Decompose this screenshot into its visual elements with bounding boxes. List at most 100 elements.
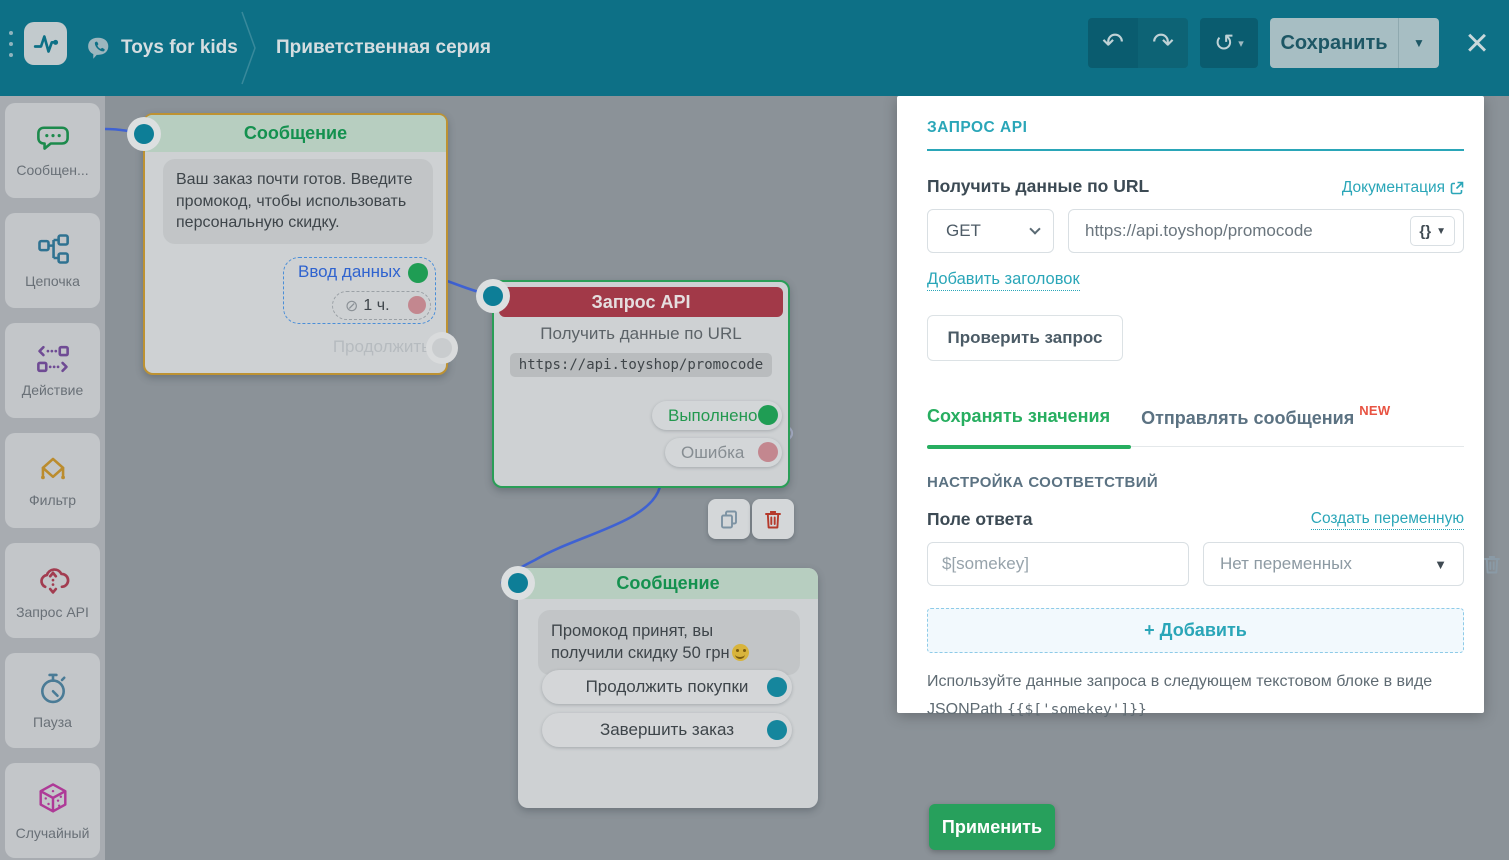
hint-line: Используйте данные запроса в следующем т…: [927, 673, 1433, 690]
add-header-link[interactable]: Добавить заголовок: [927, 270, 1080, 291]
undo-button[interactable]: ↶: [1088, 18, 1138, 68]
response-field-label: Поле ответа: [927, 509, 1033, 529]
sidebar-item-label: Запрос API: [16, 604, 89, 620]
node-header[interactable]: Запрос API: [499, 287, 783, 317]
top-bar: Toys for kids Приветственная серия ↶ ↷ ↺…: [0, 0, 1509, 96]
documentation-link-label: Документация: [1341, 179, 1445, 196]
error-port[interactable]: [758, 442, 778, 462]
header-actions: ↶ ↷ ↺ ▾ Сохранить ▼ ×: [1088, 18, 1495, 68]
node-header[interactable]: Сообщение: [145, 115, 446, 152]
method-value: GET: [946, 221, 981, 240]
tab-label: Отправлять сообщения: [1141, 408, 1355, 428]
quick-reply-button-2[interactable]: Завершить заказ: [542, 713, 792, 747]
hint-prefix: JSONPath: [927, 701, 1008, 718]
delete-node-button[interactable]: [752, 499, 794, 539]
success-port[interactable]: [408, 263, 428, 283]
sidebar-item-label: Действие: [21, 382, 84, 398]
history-button[interactable]: ↺ ▾: [1200, 18, 1258, 68]
timeout-label: 1 ч.: [363, 296, 390, 314]
duplicate-node-button[interactable]: [708, 499, 750, 539]
response-key-input[interactable]: [927, 542, 1189, 586]
save-dropdown-button[interactable]: ▼: [1398, 18, 1439, 68]
sidebar-item-action[interactable]: Действие: [5, 323, 100, 418]
bot-name-group[interactable]: Toys for kids: [86, 0, 238, 96]
sidebar-item-label: Пауза: [33, 714, 72, 730]
redo-button[interactable]: ↷: [1138, 18, 1188, 68]
input-port[interactable]: [134, 124, 154, 144]
external-link-icon: [1450, 181, 1464, 195]
success-label: Выполнено: [668, 405, 758, 425]
save-split-button: Сохранить ▼: [1270, 18, 1439, 68]
success-port[interactable]: [758, 405, 778, 425]
history-icon: ↺: [1214, 29, 1235, 57]
message-text-bubble[interactable]: Ваш заказ почти готов. Введите промокод,…: [163, 159, 433, 244]
user-input-label: Ввод данных: [298, 262, 401, 281]
pulse-icon: [33, 34, 58, 53]
chevron-down-icon: [1029, 223, 1041, 235]
error-branch[interactable]: Ошибка: [665, 438, 782, 467]
app-root: Toys for kids Приветственная серия ↶ ↷ ↺…: [0, 0, 1509, 860]
button-label: Продолжить покупки: [585, 677, 749, 696]
create-variable-link[interactable]: Создать переменную: [1310, 510, 1464, 530]
braces-icon: {}: [1419, 222, 1432, 240]
quick-reply-button-1[interactable]: Продолжить покупки: [542, 670, 792, 704]
node-header[interactable]: Сообщение: [518, 568, 818, 599]
panel-title: ЗАПРОС API: [927, 119, 1028, 136]
chevron-down-icon: ▾: [1238, 36, 1244, 50]
timeout-block[interactable]: ⊘ 1 ч.: [332, 291, 431, 320]
input-port[interactable]: [483, 286, 503, 306]
sidebar-item-label: Цепочка: [25, 273, 80, 289]
no-entry-icon: ⊘: [345, 296, 359, 315]
documentation-link[interactable]: Документация: [1342, 179, 1464, 197]
api-node-subtitle: Получить данные по URL: [540, 324, 742, 343]
sidebar-item-label: Фильтр: [28, 492, 77, 508]
sidebar-item-filter[interactable]: Фильтр: [5, 433, 100, 528]
chevron-down-icon: ▼: [1434, 556, 1447, 572]
url-input[interactable]: https://api.toyshop/promocode {} ▼: [1068, 209, 1464, 253]
breadcrumb-chevron: [241, 11, 256, 85]
new-badge: NEW: [1359, 403, 1391, 418]
message-node-1[interactable]: Сообщение Ваш заказ почти готов. Введите…: [134, 113, 452, 375]
api-request-node[interactable]: Запрос API Получить данные по URL https:…: [483, 280, 790, 488]
flow-title: Приветственная серия: [276, 37, 492, 58]
sidebar-item-message[interactable]: Сообщен...: [5, 103, 100, 198]
sidebar-item-label: Сообщен...: [16, 162, 89, 178]
button-port[interactable]: [767, 677, 787, 697]
sidebar-item-chain[interactable]: Цепочка: [5, 213, 100, 308]
tab-send-messages[interactable]: Отправлять сообщения NEW: [1141, 403, 1390, 429]
delete-mapping-button[interactable]: [1482, 553, 1502, 578]
user-input-block[interactable]: Ввод данных ⊘ 1 ч.: [283, 257, 436, 324]
button-label: Завершить заказ: [599, 720, 735, 739]
request-label: Получить данные по URL: [927, 176, 1150, 196]
copy-icon: [721, 510, 737, 529]
button-port[interactable]: [767, 720, 787, 740]
continue-port[interactable]: [432, 338, 452, 358]
url-value: https://api.toyshop/promocode: [1085, 221, 1313, 240]
apply-button[interactable]: Применить: [929, 804, 1055, 850]
sidebar-item-random[interactable]: Случайный: [5, 763, 100, 858]
success-branch[interactable]: Выполнено: [652, 401, 782, 430]
drag-handle-icon[interactable]: [9, 31, 13, 57]
api-settings-panel: ЗАПРОС API Получить данные по URL Докуме…: [897, 96, 1500, 718]
method-select[interactable]: GET: [927, 209, 1054, 253]
variable-select[interactable]: Нет переменных ▼: [1203, 542, 1464, 586]
mapping-row: Нет переменных ▼: [927, 542, 1500, 586]
message-text-bubble[interactable]: Промокод принят, вы получили скидку 50 г…: [538, 610, 800, 675]
save-button[interactable]: Сохранить: [1270, 18, 1398, 68]
api-cloud-icon: [39, 568, 69, 594]
sidebar-item-pause[interactable]: Пауза: [5, 653, 100, 748]
input-port[interactable]: [508, 573, 528, 593]
error-label: Ошибка: [681, 442, 745, 462]
tab-save-values[interactable]: Сохранять значения: [927, 403, 1110, 429]
app-logo[interactable]: [24, 22, 67, 65]
message-text: Промокод принят, вы получили скидку 50 г…: [551, 622, 730, 663]
test-request-button[interactable]: Проверить запрос: [927, 315, 1123, 361]
sidebar-item-api[interactable]: Запрос API: [5, 543, 100, 638]
timeout-port[interactable]: [408, 296, 426, 314]
variables-insert-button[interactable]: {} ▼: [1410, 216, 1455, 246]
add-mapping-button[interactable]: + Добавить: [927, 608, 1464, 653]
panel-tabs: Сохранять значения Отправлять сообщения N…: [927, 403, 1464, 449]
filter-diamond-icon: [40, 457, 65, 480]
close-button[interactable]: ×: [1459, 21, 1495, 65]
message-node-2[interactable]: Сообщение Промокод принят, вы получили с…: [508, 568, 818, 808]
